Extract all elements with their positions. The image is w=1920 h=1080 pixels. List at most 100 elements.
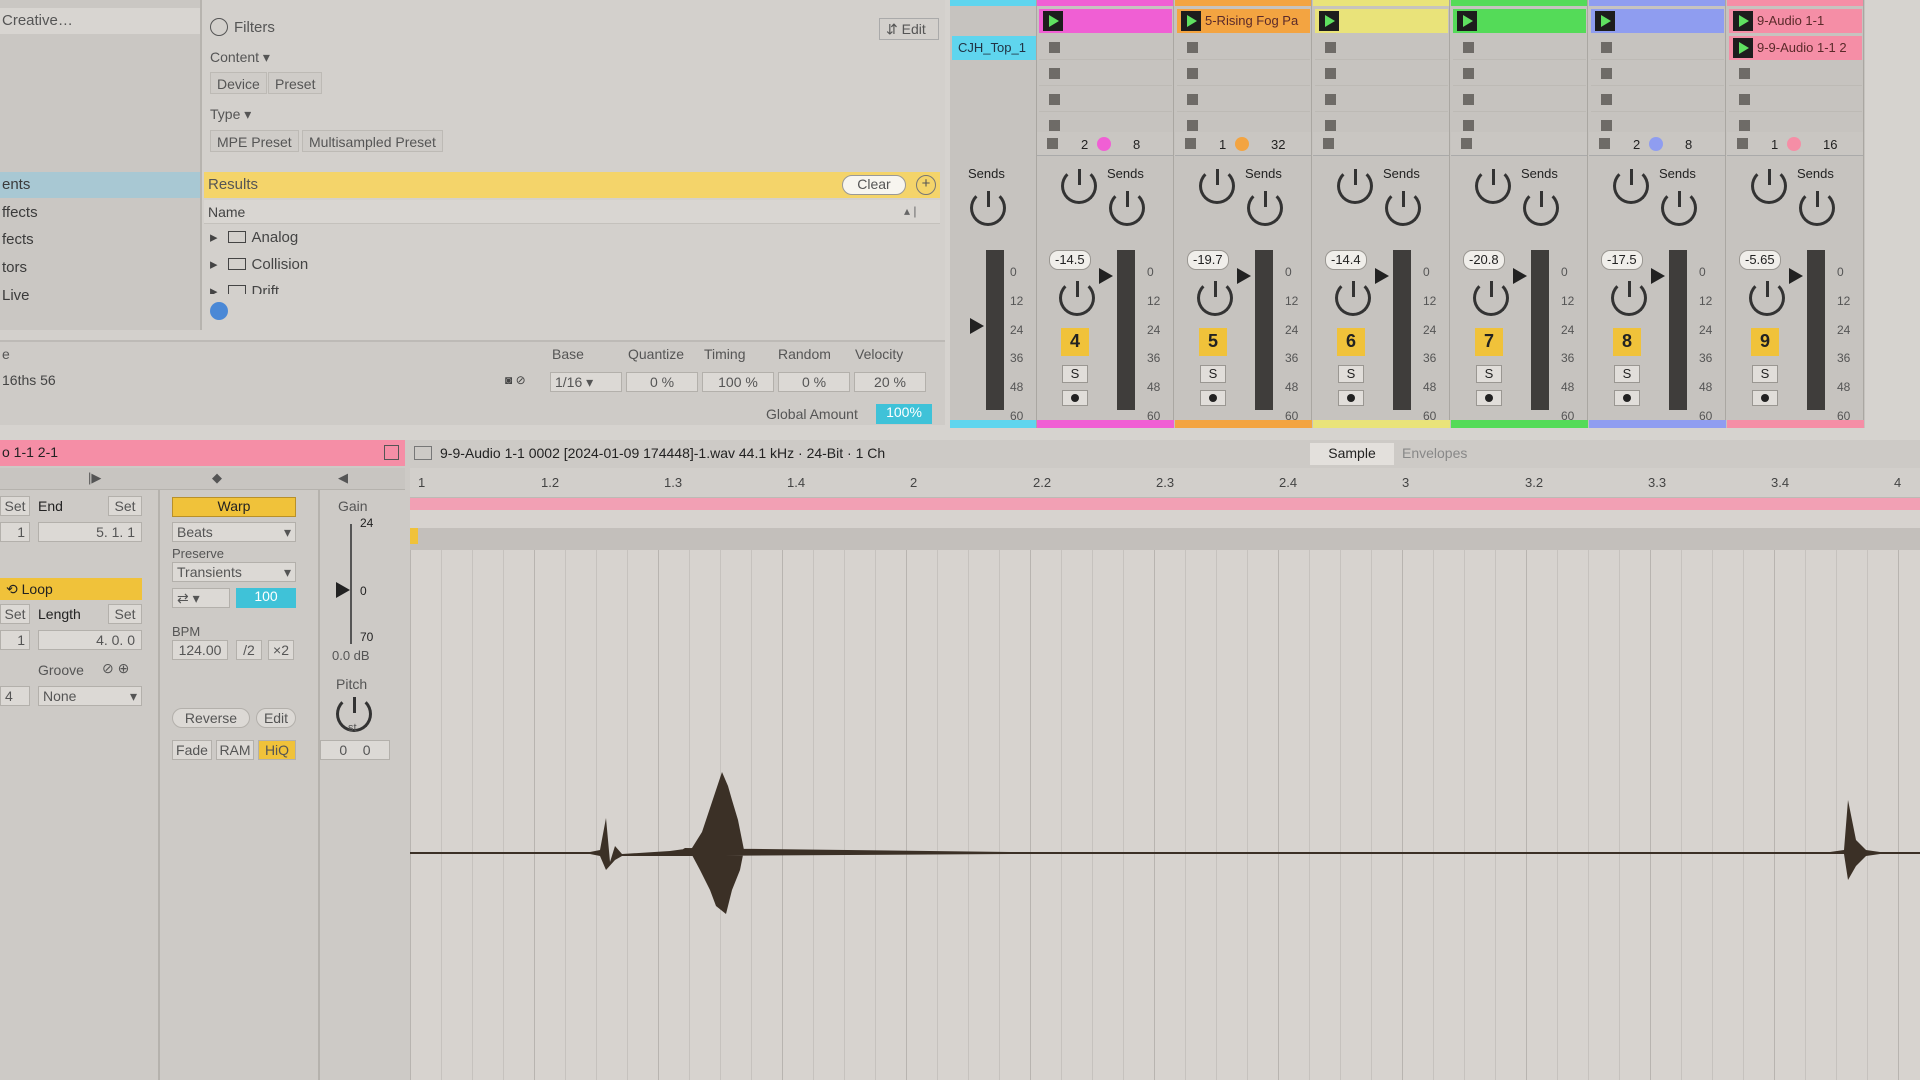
chip-preset[interactable]: Preset bbox=[268, 72, 323, 94]
send-a-knob[interactable] bbox=[1337, 168, 1373, 204]
gain-slider-handle[interactable] bbox=[336, 582, 350, 598]
stop-slot-icon[interactable] bbox=[1187, 42, 1198, 53]
sidebar-item-instruments[interactable]: ents bbox=[0, 172, 200, 198]
bpm-field[interactable]: 124.00 bbox=[172, 640, 228, 660]
set-end-button[interactable]: Set bbox=[108, 496, 142, 516]
timing-field[interactable]: 100 % bbox=[702, 372, 774, 392]
clip-slot[interactable]: 5-Rising Fog Pa bbox=[1177, 9, 1310, 33]
stop-slot-icon[interactable] bbox=[1601, 120, 1612, 131]
double-tempo-button[interactable]: ×2 bbox=[268, 640, 294, 660]
ram-button[interactable]: RAM bbox=[216, 740, 254, 760]
volume-fader-handle[interactable] bbox=[1237, 268, 1251, 284]
stop-slot-icon[interactable] bbox=[1325, 120, 1336, 131]
clip-slot[interactable] bbox=[1039, 9, 1172, 33]
stop-all-icon[interactable] bbox=[1047, 138, 1058, 149]
clip-tab-icon[interactable]: |▶ bbox=[88, 470, 101, 486]
expand-icon[interactable]: ▸ bbox=[210, 229, 218, 246]
stop-slot-icon[interactable] bbox=[1739, 94, 1750, 105]
empty-clip-slot[interactable] bbox=[1453, 88, 1586, 112]
transient-envelope-field[interactable]: 100 bbox=[236, 588, 296, 608]
stop-slot-icon[interactable] bbox=[1325, 94, 1336, 105]
stop-slot-icon[interactable] bbox=[1601, 42, 1612, 53]
empty-clip-slot[interactable] bbox=[1453, 36, 1586, 60]
stop-slot-icon[interactable] bbox=[1739, 120, 1750, 131]
pan-knob[interactable] bbox=[1473, 280, 1509, 316]
solo-button[interactable]: S bbox=[1338, 365, 1364, 383]
warp-mode-select[interactable]: Beats ▾ bbox=[172, 522, 296, 542]
solo-button[interactable]: S bbox=[1614, 365, 1640, 383]
stop-slot-icon[interactable] bbox=[1601, 68, 1612, 79]
volume-fader-handle[interactable] bbox=[1513, 268, 1527, 284]
empty-clip-slot[interactable] bbox=[1453, 62, 1586, 86]
volume-fader-handle[interactable] bbox=[970, 318, 984, 334]
type-filter-label[interactable]: Type ▾ bbox=[210, 106, 251, 123]
audio-tab-icon[interactable]: ◆ bbox=[212, 470, 222, 486]
send-b-knob[interactable] bbox=[1247, 190, 1283, 226]
list-item[interactable]: ▸ Collision bbox=[210, 255, 308, 279]
empty-clip-slot[interactable] bbox=[1729, 62, 1862, 86]
empty-clip-slot[interactable] bbox=[1177, 36, 1310, 60]
solo-button[interactable]: S bbox=[1200, 365, 1226, 383]
empty-clip-slot[interactable] bbox=[1039, 62, 1172, 86]
filter-icon[interactable] bbox=[210, 18, 228, 36]
clear-button[interactable]: Clear bbox=[842, 175, 906, 195]
track-activator-button[interactable]: 9 bbox=[1751, 328, 1779, 356]
arm-button[interactable] bbox=[1062, 390, 1088, 406]
stop-all-icon[interactable] bbox=[1599, 138, 1610, 149]
base-select[interactable]: 1/16 ▾ bbox=[550, 372, 622, 392]
send-b-knob[interactable] bbox=[970, 190, 1006, 226]
pan-knob[interactable] bbox=[1335, 280, 1371, 316]
arm-button[interactable] bbox=[1476, 390, 1502, 406]
arm-button[interactable] bbox=[1200, 390, 1226, 406]
track-activator-button[interactable]: 7 bbox=[1475, 328, 1503, 356]
volume-fader-handle[interactable] bbox=[1099, 268, 1113, 284]
chip-device[interactable]: Device bbox=[210, 72, 267, 94]
empty-clip-slot[interactable] bbox=[1729, 88, 1862, 112]
set-loop-start-button[interactable]: Set bbox=[0, 604, 30, 624]
send-a-knob[interactable] bbox=[1061, 168, 1097, 204]
empty-clip-slot[interactable] bbox=[1591, 62, 1724, 86]
empty-clip-slot[interactable] bbox=[1591, 88, 1724, 112]
length-field[interactable]: 4. 0. 0 bbox=[38, 630, 142, 650]
global-amount-field[interactable]: 100% bbox=[876, 404, 932, 424]
pan-knob[interactable] bbox=[1059, 280, 1095, 316]
hiq-button[interactable]: HiQ bbox=[258, 740, 296, 760]
play-clip-icon[interactable] bbox=[1319, 11, 1339, 31]
arm-button[interactable] bbox=[1614, 390, 1640, 406]
stop-slot-icon[interactable] bbox=[1739, 68, 1750, 79]
clip-name[interactable]: o 1-1 2-1 bbox=[2, 444, 58, 460]
groove-left-field[interactable]: 4 bbox=[0, 686, 30, 706]
half-tempo-button[interactable]: /2 bbox=[236, 640, 262, 660]
send-b-knob[interactable] bbox=[1385, 190, 1421, 226]
set-length-button[interactable]: Set bbox=[108, 604, 142, 624]
stop-slot-icon[interactable] bbox=[1187, 94, 1198, 105]
solo-button[interactable]: S bbox=[1752, 365, 1778, 383]
pan-knob[interactable] bbox=[1611, 280, 1647, 316]
send-b-knob[interactable] bbox=[1109, 190, 1145, 226]
play-clip-icon[interactable] bbox=[1043, 11, 1063, 31]
track-activator-button[interactable]: 8 bbox=[1613, 328, 1641, 356]
chip-multisampled-preset[interactable]: Multisampled Preset bbox=[302, 130, 443, 152]
warp-button[interactable]: Warp bbox=[172, 497, 296, 517]
pan-knob[interactable] bbox=[1749, 280, 1785, 316]
sidebar-item-max-for-live[interactable]: Live bbox=[0, 283, 200, 309]
clip-slot[interactable] bbox=[1591, 9, 1724, 33]
set-start-button[interactable]: Set bbox=[0, 496, 30, 516]
send-a-knob[interactable] bbox=[1199, 168, 1235, 204]
filters-edit-button[interactable]: ⇵ Edit bbox=[879, 18, 939, 40]
volume-field[interactable]: -20.8 bbox=[1463, 250, 1505, 270]
stop-slot-icon[interactable] bbox=[1601, 94, 1612, 105]
empty-clip-slot[interactable] bbox=[1177, 88, 1310, 112]
edit-sample-button[interactable]: Edit bbox=[256, 708, 296, 728]
stop-slot-icon[interactable] bbox=[1463, 94, 1474, 105]
content-filter-label[interactable]: Content ▾ bbox=[210, 49, 270, 66]
sort-icon[interactable]: ▴ | bbox=[904, 204, 916, 218]
clip-slot[interactable]: CJH_Top_1 bbox=[952, 36, 1036, 60]
send-b-knob[interactable] bbox=[1661, 190, 1697, 226]
stop-slot-icon[interactable] bbox=[1049, 42, 1060, 53]
stop-slot-icon[interactable] bbox=[1463, 120, 1474, 131]
clip-slot[interactable] bbox=[1453, 9, 1586, 33]
end-field[interactable]: 5. 1. 1 bbox=[38, 522, 142, 542]
preserve-select[interactable]: Transients ▾ bbox=[172, 562, 296, 582]
waveform[interactable] bbox=[410, 550, 1920, 1080]
